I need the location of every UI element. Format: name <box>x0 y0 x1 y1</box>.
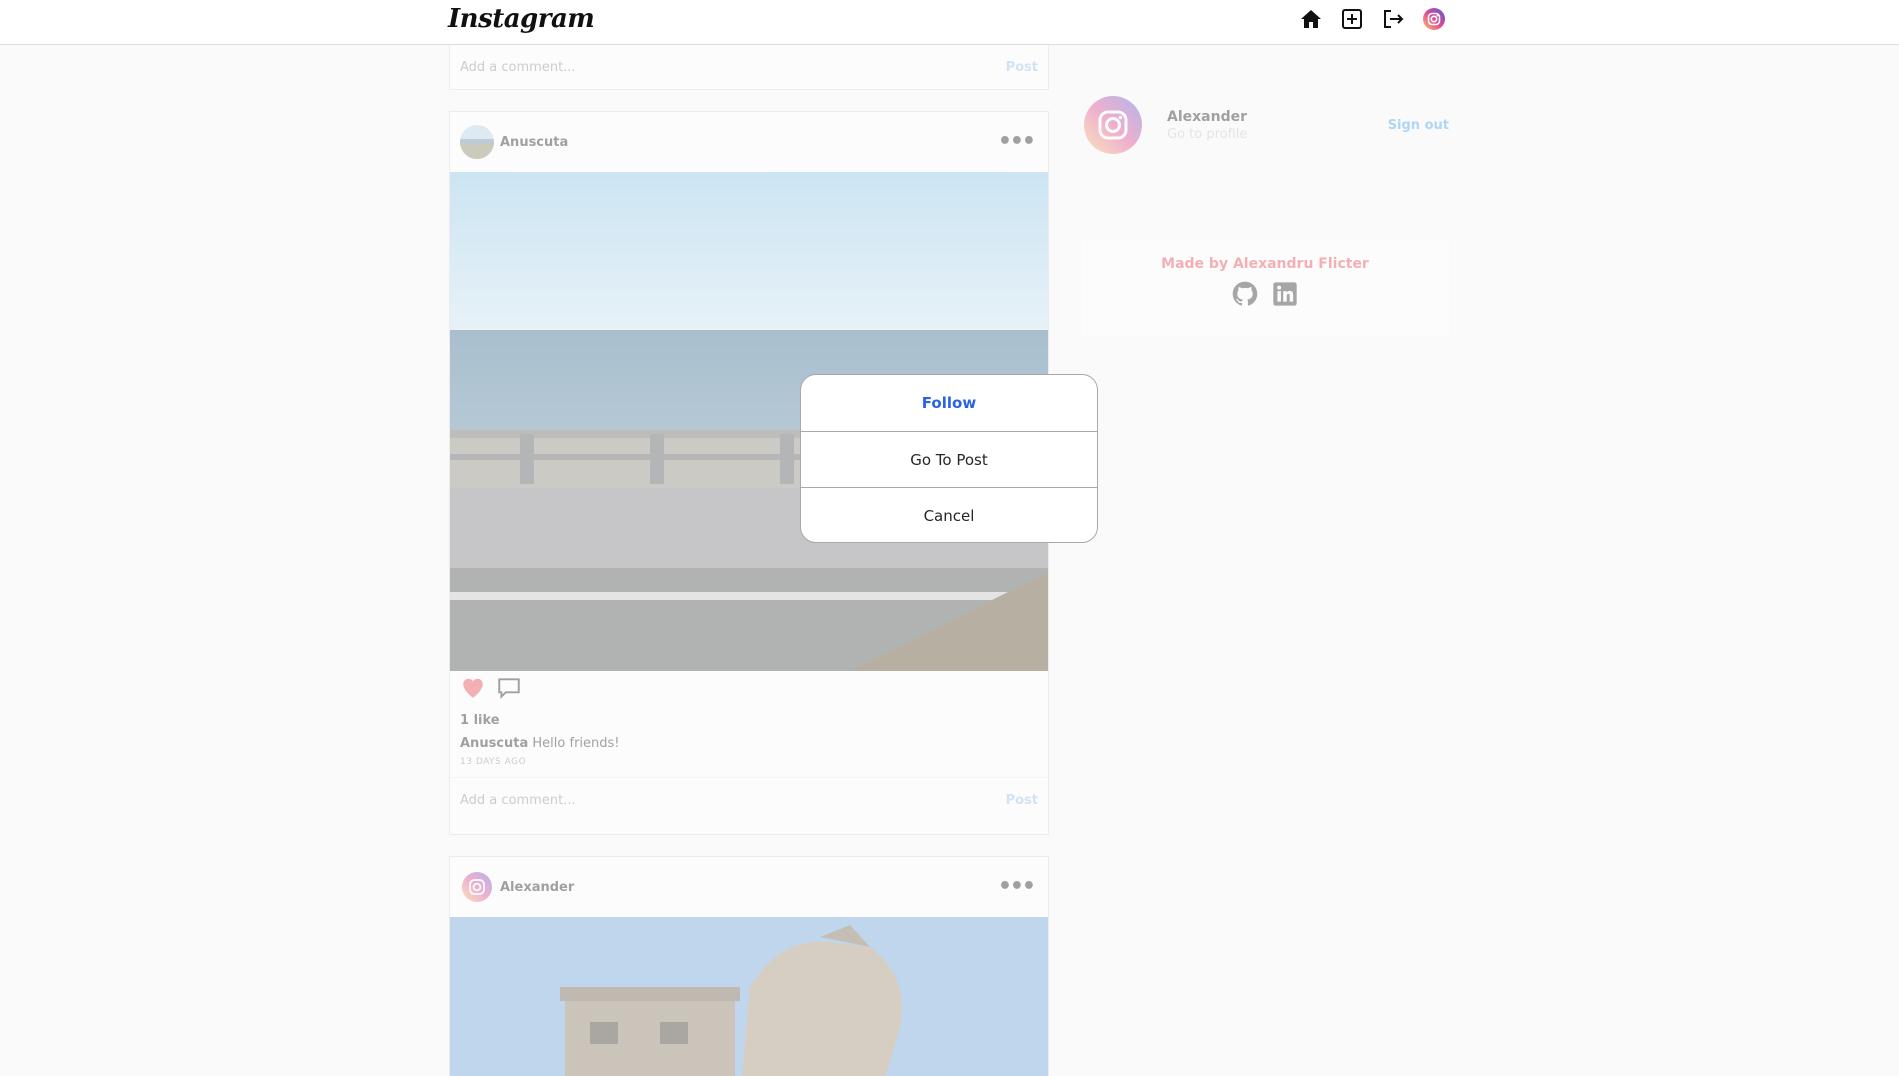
github-icon[interactable] <box>1231 280 1259 312</box>
credits-card: Made by Alexandru Flicter <box>1081 240 1449 336</box>
add-post-icon[interactable] <box>1339 6 1364 31</box>
post-header: Alexander ••• <box>450 857 1048 917</box>
post-username[interactable]: Anuscuta <box>500 135 998 150</box>
post-card: Alexander ••• <box>449 856 1049 1076</box>
comment-input[interactable]: Add a comment... <box>460 60 1006 75</box>
sidebar-username[interactable]: Alexander <box>1167 109 1388 125</box>
more-options-button[interactable]: ••• <box>998 876 1036 898</box>
credits-icons <box>1081 280 1449 312</box>
post-caption: Anuscuta Hello friends! <box>450 728 1048 751</box>
likes-count: 1 like <box>460 713 500 728</box>
go-to-post-button[interactable]: Go To Post <box>801 431 1097 487</box>
previous-post-comment-card: Add a comment... Post <box>449 45 1049 90</box>
post-username[interactable]: Alexander <box>500 880 998 895</box>
follow-button[interactable]: Follow <box>801 375 1097 431</box>
top-navbar: Instagram <box>0 0 1899 45</box>
caption-text: Hello friends! <box>532 736 620 751</box>
post-options-modal: Follow Go To Post Cancel <box>800 374 1098 543</box>
sidebar-user-info: Alexander Go to profile <box>1167 109 1388 142</box>
linkedin-icon[interactable] <box>1271 280 1299 312</box>
post-image[interactable] <box>450 917 1048 1076</box>
post-actions <box>450 671 1048 709</box>
go-to-profile-link[interactable]: Go to profile <box>1167 127 1388 142</box>
nav-icons <box>1298 6 1446 31</box>
comment-row: Add a comment... Post <box>450 45 1048 89</box>
home-icon[interactable] <box>1298 6 1323 31</box>
logout-icon[interactable] <box>1380 6 1405 31</box>
sidebar-avatar[interactable] <box>1083 95 1143 155</box>
post-comment-button[interactable]: Post <box>1006 793 1038 808</box>
more-options-button[interactable]: ••• <box>998 131 1036 153</box>
profile-icon[interactable] <box>1421 6 1446 31</box>
post-header: Anuscuta ••• <box>450 112 1048 172</box>
comment-input[interactable]: Add a comment... <box>460 793 1006 808</box>
comment-icon[interactable] <box>496 675 522 705</box>
sidebar-user: Alexander Go to profile Sign out <box>1083 90 1449 160</box>
caption-username[interactable]: Anuscuta <box>460 736 528 751</box>
post-timestamp: 13 DAYS AGO <box>460 757 527 767</box>
post-comment-button[interactable]: Post <box>1006 60 1038 75</box>
credits-text: Made by Alexandru Flicter <box>1161 256 1369 272</box>
feed-overlay-dimmed: Add a comment... Post Anuscuta ••• 1 lik… <box>0 45 1899 1076</box>
cancel-button[interactable]: Cancel <box>801 487 1097 542</box>
avatar[interactable] <box>460 125 494 159</box>
avatar[interactable] <box>460 870 494 904</box>
sign-out-button[interactable]: Sign out <box>1388 118 1449 133</box>
instagram-logo[interactable]: Instagram <box>448 0 595 38</box>
comment-row: Add a comment... Post <box>450 777 1048 822</box>
like-icon[interactable] <box>460 675 486 705</box>
